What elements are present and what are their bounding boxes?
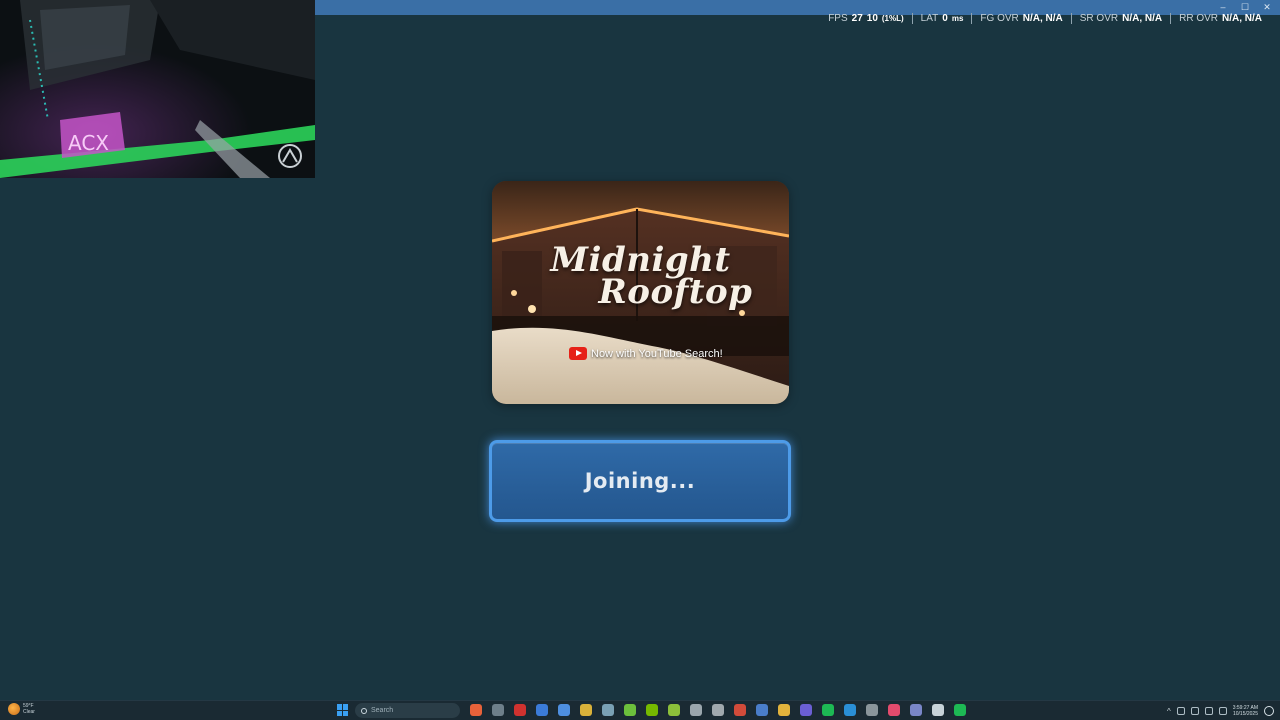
display-icon[interactable] <box>1204 707 1213 715</box>
windows-logo-icon <box>337 704 342 710</box>
notification-icon[interactable] <box>1264 706 1274 716</box>
weather-widget[interactable]: 59°F Clear <box>8 703 35 715</box>
windows-logo-icon <box>337 710 342 716</box>
taskbar-app-19-icon[interactable] <box>866 704 878 716</box>
latency-metric: LAT 0 ms <box>911 12 972 24</box>
start-button[interactable] <box>337 704 349 716</box>
latency-label: LAT <box>920 12 939 24</box>
fg-ovr-label: FG OVR <box>980 12 1019 24</box>
performance-overlay: FPS 27 10 (1%L) LAT 0 ms FG OVR N/A, N/A… <box>820 11 1270 25</box>
windows-logo-icon <box>343 710 348 716</box>
join-button[interactable]: Joining... <box>489 440 791 522</box>
taskbar-app-2-icon[interactable] <box>492 704 504 716</box>
latency-value: 0 <box>942 12 948 24</box>
camera-feed-image: ACX <box>0 0 315 178</box>
taskbar-app-15-icon[interactable] <box>778 704 790 716</box>
taskbar-app-10-icon[interactable] <box>668 704 680 716</box>
taskbar-app-8-icon[interactable] <box>624 704 636 716</box>
taskbar-app-7-icon[interactable] <box>602 704 614 716</box>
taskbar-app-14-icon[interactable] <box>756 704 768 716</box>
world-title-line2: Rooftop <box>598 272 753 312</box>
taskbar-app-21-icon[interactable] <box>910 704 922 716</box>
system-tray: ^ 3:59:27 AM 10/15/2025 <box>1167 701 1274 720</box>
taskbar-app-11-icon[interactable] <box>690 704 702 716</box>
taskbar: 59°F Clear Search ^ 3:59:27 AM 10/15/202… <box>0 700 1280 720</box>
weather-sun-icon <box>8 703 20 715</box>
network-icon[interactable] <box>1176 707 1185 715</box>
fg-ovr-metric: FG OVR N/A, N/A <box>971 12 1070 24</box>
rr-ovr-metric: RR OVR N/A, N/A <box>1170 12 1270 24</box>
search-placeholder: Search <box>371 707 394 714</box>
latency-unit: ms <box>951 13 964 23</box>
fps-metric: FPS 27 10 (1%L) <box>820 13 911 24</box>
taskbar-app-9-icon[interactable] <box>646 704 658 716</box>
taskbar-app-6-icon[interactable] <box>580 704 592 716</box>
fps-label: FPS <box>828 12 848 24</box>
taskbar-app-1-icon[interactable] <box>470 704 482 716</box>
rr-ovr-label: RR OVR <box>1179 12 1218 24</box>
join-button-label: Joining... <box>584 469 696 493</box>
search-icon <box>361 707 367 714</box>
windows-logo-icon <box>343 704 348 710</box>
neon-sign: ACX <box>68 131 109 155</box>
weather-text: 59°F Clear <box>23 703 35 715</box>
youtube-tagline: Now with YouTube Search! <box>569 347 723 360</box>
sr-ovr-metric: SR OVR N/A, N/A <box>1070 12 1170 24</box>
fg-ovr-value: N/A, N/A <box>1022 12 1063 24</box>
sr-ovr-value: N/A, N/A <box>1122 12 1163 24</box>
taskbar-app-4-icon[interactable] <box>536 704 548 716</box>
taskbar-app-18-icon[interactable] <box>844 704 856 716</box>
chevron-up-icon[interactable]: ^ <box>1167 707 1171 716</box>
sr-ovr-label: SR OVR <box>1079 12 1119 24</box>
taskbar-app-23-icon[interactable] <box>954 704 966 716</box>
world-thumbnail: Midnight Rooftop Now with YouTube Search… <box>492 181 789 404</box>
clock-date: 10/15/2025 <box>1232 711 1258 717</box>
clock[interactable]: 3:59:27 AM 10/15/2025 <box>1233 705 1258 717</box>
taskbar-search[interactable]: Search <box>355 703 460 718</box>
fps-low-unit: (1%L) <box>881 13 904 23</box>
fps-value: 27 <box>851 12 863 24</box>
rr-ovr-value: N/A, N/A <box>1222 12 1262 24</box>
weather-desc: Clear <box>23 709 35 715</box>
taskbar-app-13-icon[interactable] <box>734 704 746 716</box>
world-title: Midnight Rooftop <box>492 243 789 309</box>
taskbar-app-22-icon[interactable] <box>932 704 944 716</box>
taskbar-app-3-icon[interactable] <box>514 704 526 716</box>
taskbar-app-16-icon[interactable] <box>800 704 812 716</box>
fps-low-value: 10 <box>866 12 878 24</box>
taskbar-app-20-icon[interactable] <box>888 704 900 716</box>
tagline-text: Now with YouTube Search! <box>591 347 723 360</box>
speaker-icon[interactable] <box>1218 707 1227 715</box>
taskbar-app-5-icon[interactable] <box>558 704 570 716</box>
taskbar-app-17-icon[interactable] <box>822 704 834 716</box>
microphone-icon[interactable] <box>1190 707 1199 715</box>
camera-preview: ACX <box>0 0 315 178</box>
youtube-icon <box>569 347 587 360</box>
taskbar-app-12-icon[interactable] <box>712 704 724 716</box>
